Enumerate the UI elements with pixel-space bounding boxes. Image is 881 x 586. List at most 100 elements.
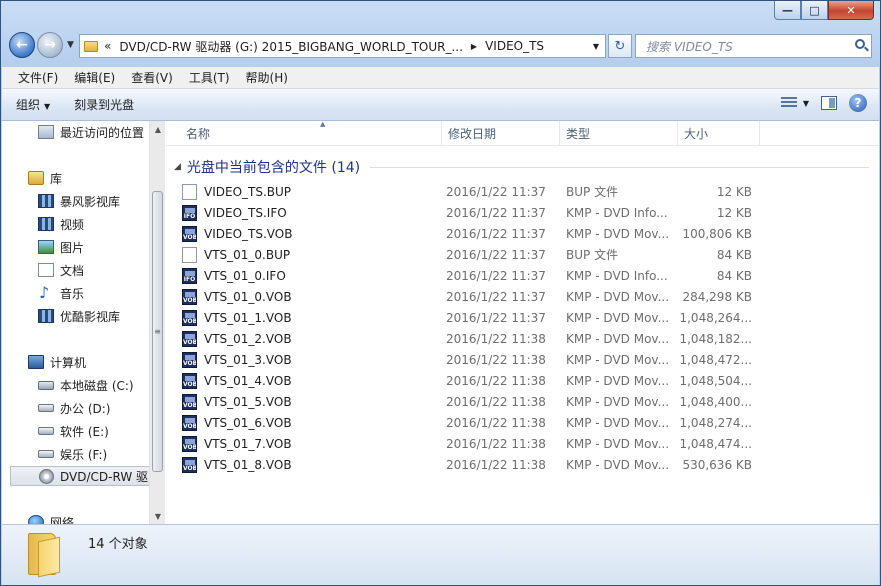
table-row[interactable]: VOB VTS_01_5.VOB 2016/1/22 11:38 KMP - DVD …: [182, 391, 779, 412]
sidebar-item-music[interactable]: 音乐: [38, 283, 84, 303]
sidebar-item-videos[interactable]: 视频: [38, 214, 84, 234]
address-overflow-chevron[interactable]: «: [104, 39, 111, 53]
address-bar[interactable]: « DVD/CD-RW 驱动器 (G:) 2015_BIGBANG_WORLD_…: [79, 34, 606, 58]
file-date: 2016/1/22 11:37: [446, 310, 546, 325]
address-separator-arrow-icon[interactable]: ▶: [471, 42, 477, 51]
sidebar-item-youku-library[interactable]: 优酷影视库: [38, 306, 120, 326]
table-row[interactable]: IFO VTS_01_0.IFO 2016/1/22 11:37 KMP - DVD …: [182, 265, 779, 286]
table-row[interactable]: VIDEO_TS.BUP 2016/1/22 11:37 BUP 文件 12 KB: [182, 181, 779, 202]
file-type: KMP - DVD Mov...: [566, 373, 670, 388]
menu-tools[interactable]: 工具(T): [181, 69, 238, 86]
help-icon[interactable]: ?: [849, 94, 867, 112]
organize-button[interactable]: 组织 ▼: [6, 93, 60, 116]
navigation-pane-scrollbar[interactable]: ▲ ≡ ▼: [149, 121, 165, 524]
preview-pane-icon[interactable]: [821, 96, 837, 110]
table-row[interactable]: VOB VTS_01_6.VOB 2016/1/22 11:38 KMP - DVD …: [182, 412, 779, 433]
file-type: BUP 文件: [566, 248, 619, 262]
search-box[interactable]: [635, 34, 872, 58]
collapse-triangle-icon[interactable]: ◢: [174, 162, 181, 172]
file-type: BUP 文件: [566, 185, 619, 199]
sidebar-item-drive-e[interactable]: 软件 (E:): [38, 421, 109, 441]
grip-icon: ≡: [154, 327, 161, 336]
network-icon: [28, 515, 44, 524]
view-options-chevron-icon[interactable]: ▼: [803, 99, 809, 108]
file-date: 2016/1/22 11:38: [446, 331, 546, 346]
file-date: 2016/1/22 11:38: [446, 394, 546, 409]
change-view-icon[interactable]: [780, 97, 797, 109]
table-row[interactable]: VTS_01_0.BUP 2016/1/22 11:37 BUP 文件 84 KB: [182, 244, 779, 265]
table-row[interactable]: VOB VTS_01_4.VOB 2016/1/22 11:38 KMP - DVD …: [182, 370, 779, 391]
column-header-label: 修改日期: [448, 126, 497, 141]
group-title: 光盘中当前包含的文件 (14): [186, 160, 361, 176]
chevron-down-icon: ▼: [44, 102, 51, 111]
column-header-name[interactable]: 名称 ▲: [180, 120, 442, 145]
file-date: 2016/1/22 11:38: [446, 352, 546, 367]
search-icon[interactable]: [855, 39, 865, 49]
address-segment-current[interactable]: VIDEO_TS: [485, 39, 544, 53]
table-row[interactable]: VOB VIDEO_TS.VOB 2016/1/22 11:37 KMP - DVD …: [182, 223, 779, 244]
drive-icon: [38, 450, 54, 458]
recent-pages-dropdown[interactable]: ▼: [67, 40, 74, 50]
sidebar-item-libraries[interactable]: 库: [28, 168, 62, 188]
file-date: 2016/1/22 11:37: [446, 247, 546, 262]
sidebar-item-recent-places[interactable]: 最近访问的位置: [38, 122, 144, 142]
scroll-down-arrow-icon[interactable]: ▼: [150, 508, 166, 524]
sidebar-item-drive-f[interactable]: 娱乐 (F:): [38, 444, 107, 464]
sidebar-item-label: 文档: [60, 263, 85, 278]
menu-edit[interactable]: 编辑(E): [66, 69, 123, 86]
close-button[interactable]: ✕: [828, 1, 874, 20]
file-type-tag: VOB: [183, 296, 197, 304]
column-header-date[interactable]: 修改日期: [442, 121, 560, 145]
command-bar: 组织 ▼ 刻录到光盘 ▼ ?: [2, 89, 879, 121]
forward-button[interactable]: →: [37, 32, 63, 58]
menu-help[interactable]: 帮助(H): [238, 69, 296, 86]
sidebar-item-drive-c[interactable]: 本地磁盘 (C:): [38, 375, 134, 395]
table-row[interactable]: VOB VTS_01_3.VOB 2016/1/22 11:38 KMP - DVD …: [182, 349, 779, 370]
table-row[interactable]: VOB VTS_01_0.VOB 2016/1/22 11:37 KMP - DVD …: [182, 286, 779, 307]
file-size: 12 KB: [716, 205, 752, 220]
menu-file[interactable]: 文件(F): [2, 69, 66, 86]
sidebar-item-network[interactable]: 网络: [28, 512, 74, 524]
sidebar-item-dvd-drive[interactable]: DVD/CD-RW 驱: [10, 466, 149, 486]
table-row[interactable]: VOB VTS_01_1.VOB 2016/1/22 11:37 KMP - DVD …: [182, 307, 779, 328]
file-date: 2016/1/22 11:37: [446, 205, 546, 220]
address-dropdown-icon[interactable]: ▼: [593, 42, 599, 51]
column-header-label: 名称: [186, 126, 211, 141]
minimize-button[interactable]: —: [774, 1, 801, 20]
file-name: VIDEO_TS.IFO: [204, 205, 287, 220]
menu-view[interactable]: 查看(V): [123, 69, 181, 86]
scroll-up-arrow-icon[interactable]: ▲: [150, 121, 166, 137]
sidebar-item-documents[interactable]: 文档: [38, 260, 84, 280]
table-row[interactable]: VOB VTS_01_7.VOB 2016/1/22 11:38 KMP - DVD …: [182, 433, 779, 454]
toolbar-right-group: ▼ ?: [780, 94, 867, 112]
group-header[interactable]: ◢ 光盘中当前包含的文件 (14): [174, 157, 869, 177]
details-pane: 14 个对象: [2, 524, 879, 585]
table-row[interactable]: VOB VTS_01_8.VOB 2016/1/22 11:38 KMP - DVD …: [182, 454, 779, 475]
file-name: VTS_01_0.IFO: [204, 268, 286, 283]
column-header-type[interactable]: 类型: [560, 121, 678, 145]
table-row[interactable]: IFO VIDEO_TS.IFO 2016/1/22 11:37 KMP - DVD …: [182, 202, 779, 223]
column-header-size[interactable]: 大小: [678, 121, 760, 145]
sort-ascending-icon: ▲: [320, 120, 326, 128]
refresh-button[interactable]: ↻: [608, 34, 632, 58]
table-row[interactable]: VOB VTS_01_2.VOB 2016/1/22 11:38 KMP - DVD …: [182, 328, 779, 349]
sidebar-item-drive-d[interactable]: 办公 (D:): [38, 398, 110, 418]
sidebar-item-label: 办公 (D:): [60, 401, 111, 416]
back-button[interactable]: ←: [9, 32, 35, 58]
sidebar-item-pictures[interactable]: 图片: [38, 237, 84, 257]
navigation-pane: 最近访问的位置 库 暴风影视库 视频 图片 文档 音乐 优酷影视库 计算机 本地…: [2, 121, 149, 524]
dvd-media-file-icon: VOB: [182, 393, 197, 410]
maximize-button[interactable]: □: [801, 1, 828, 20]
drive-icon: [38, 427, 54, 435]
folder-icon: [28, 533, 62, 578]
sidebar-item-baofeng-library[interactable]: 暴风影视库: [38, 191, 120, 211]
scrollbar-thumb[interactable]: ≡: [152, 191, 163, 472]
file-type-tag: VOB: [183, 401, 197, 409]
address-segment-drive[interactable]: DVD/CD-RW 驱动器 (G:) 2015_BIGBANG_WORLD_TO…: [119, 38, 463, 55]
library-icon: [28, 171, 44, 185]
file-size: 12 KB: [716, 184, 752, 199]
dvd-media-file-icon: IFO: [182, 204, 197, 221]
burn-to-disc-button[interactable]: 刻录到光盘: [64, 93, 144, 116]
sidebar-item-computer[interactable]: 计算机: [28, 352, 86, 372]
search-input[interactable]: [644, 36, 848, 58]
